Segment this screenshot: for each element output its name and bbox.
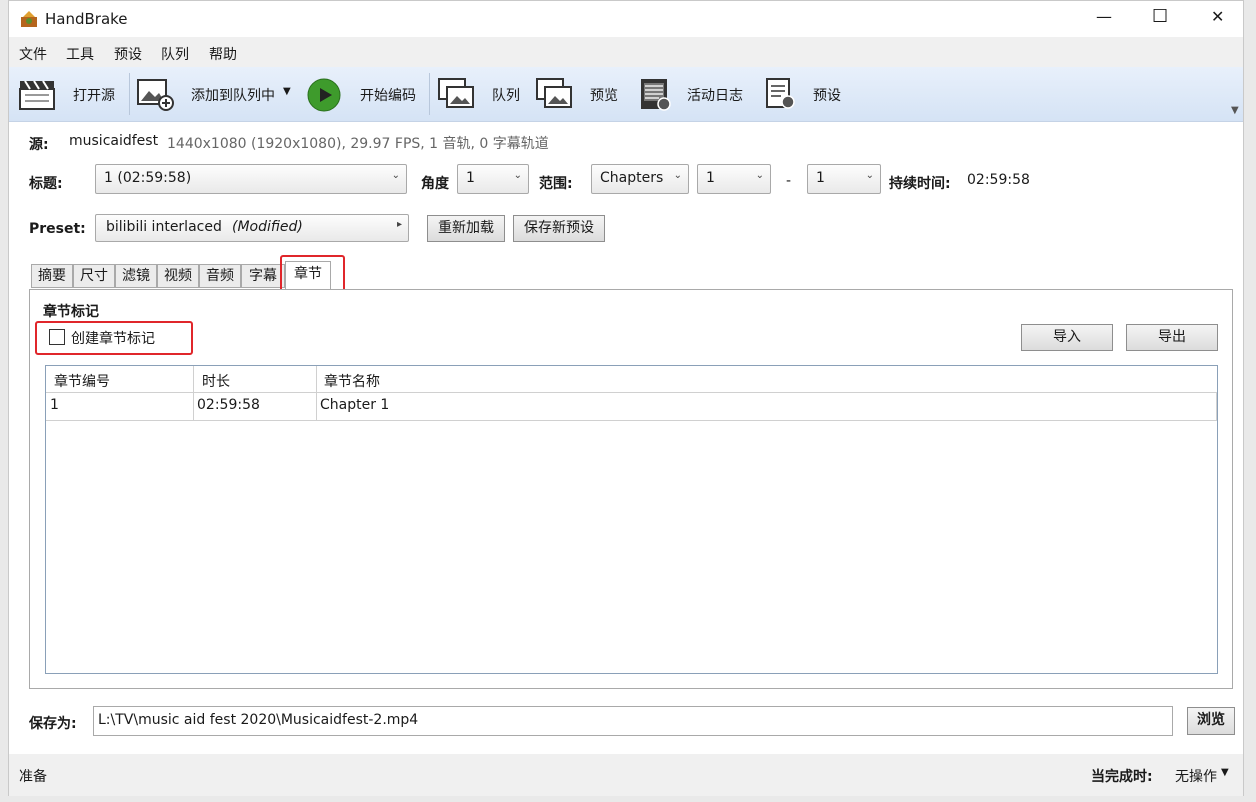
- tab-subtitles[interactable]: 字幕: [241, 264, 285, 288]
- toolbar-separator: [129, 73, 130, 115]
- tab-dimensions[interactable]: 尺寸: [73, 264, 115, 288]
- add-to-queue-label: 添加到队列中: [191, 88, 275, 104]
- chapter-duration-cell: 02:59:58: [197, 397, 260, 413]
- column-header-chapter-number[interactable]: 章节编号: [54, 371, 110, 391]
- title-bar: HandBrake — ☐ ✕: [9, 1, 1243, 37]
- table-row[interactable]: 1 02:59:58 Chapter 1: [46, 393, 1217, 421]
- status-bar: 准备 当完成时: 无操作 ▼: [9, 754, 1243, 796]
- menu-help[interactable]: 帮助: [209, 44, 237, 64]
- column-header-chapter-name[interactable]: 章节名称: [324, 371, 380, 391]
- range-select[interactable]: Chapters ⌄: [591, 164, 689, 194]
- menu-tools[interactable]: 工具: [66, 44, 94, 64]
- title-label: 标题:: [29, 176, 63, 192]
- handbrake-logo-icon: [21, 11, 37, 27]
- start-encode-button[interactable]: 开始编码: [305, 75, 421, 115]
- range-label: 范围:: [539, 176, 573, 192]
- activity-log-button[interactable]: 活动日志: [635, 75, 755, 115]
- tab-summary[interactable]: 摘要: [31, 264, 73, 288]
- menu-presets[interactable]: 预设: [114, 44, 142, 64]
- window-title: HandBrake: [45, 10, 128, 28]
- range-end-value: 1: [816, 170, 825, 186]
- chapters-table: 章节编号 时长 章节名称 1 02:59:58 Chapter 1: [45, 365, 1218, 674]
- menu-queue[interactable]: 队列: [161, 44, 189, 64]
- source-name: musicaidfest: [69, 133, 159, 149]
- angle-select[interactable]: 1 ⌄: [457, 164, 529, 194]
- toolbar: 打开源 添加到队列中 ▼ 开始编码 队列 预览 活动日志 预设 ▼: [9, 67, 1243, 122]
- export-button[interactable]: 导出: [1126, 324, 1218, 351]
- angle-select-value: 1: [466, 170, 475, 186]
- angle-label: 角度: [421, 176, 449, 192]
- save-path-value: L:\TV\music aid fest 2020\Musicaidfest-2…: [98, 712, 419, 728]
- browse-button[interactable]: 浏览: [1187, 707, 1235, 735]
- title-select[interactable]: 1 (02:59:58) ⌄: [95, 164, 407, 194]
- toolbar-overflow-icon[interactable]: ▼: [1231, 105, 1239, 116]
- menu-bar: 文件 工具 预设 队列 帮助: [9, 37, 1243, 67]
- import-button[interactable]: 导入: [1021, 324, 1113, 351]
- activity-log-label: 活动日志: [687, 88, 743, 104]
- chapter-markers-heading: 章节标记: [43, 304, 99, 320]
- minimize-button[interactable]: —: [1096, 7, 1112, 26]
- source-info: 1440x1080 (1920x1080), 29.97 FPS, 1 音轨, …: [167, 136, 549, 152]
- source-label: 源:: [29, 137, 49, 153]
- chapter-name-cell[interactable]: Chapter 1: [320, 397, 389, 413]
- range-select-value: Chapters: [600, 170, 664, 186]
- column-header-duration[interactable]: 时长: [202, 371, 230, 391]
- queue-label: 队列: [492, 88, 520, 104]
- save-as-label: 保存为:: [29, 716, 77, 732]
- queue-button[interactable]: 队列: [437, 75, 529, 115]
- dropdown-arrow-icon[interactable]: ▼: [283, 86, 291, 97]
- open-source-button[interactable]: 打开源: [15, 75, 127, 115]
- preview-label: 预览: [590, 88, 618, 104]
- presets-icon: [766, 78, 795, 109]
- tab-video[interactable]: 视频: [157, 264, 199, 288]
- maximize-button[interactable]: ☐: [1152, 6, 1168, 27]
- chapter-number-cell: 1: [50, 397, 59, 413]
- range-start-select[interactable]: 1 ⌄: [697, 164, 771, 194]
- chevron-down-icon[interactable]: ▼: [1221, 767, 1229, 778]
- chevron-down-icon: ⌄: [865, 170, 874, 181]
- clapperboard-icon: [19, 80, 55, 110]
- preset-selector[interactable]: bilibili interlaced (Modified) ▸: [95, 214, 409, 242]
- tab-audio[interactable]: 音频: [199, 264, 241, 288]
- presets-label: 预设: [813, 88, 841, 104]
- add-image-icon: [137, 79, 174, 111]
- chevron-down-icon: ⌄: [755, 170, 764, 181]
- presets-button[interactable]: 预设: [761, 75, 851, 115]
- save-path-input[interactable]: L:\TV\music aid fest 2020\Musicaidfest-2…: [93, 706, 1173, 736]
- chevron-down-icon: ⌄: [673, 170, 682, 181]
- highlight-box: [35, 321, 193, 355]
- menu-file[interactable]: 文件: [19, 44, 47, 64]
- preview-button[interactable]: 预览: [535, 75, 627, 115]
- preview-icon: [536, 78, 572, 108]
- play-icon: [307, 78, 341, 112]
- save-new-preset-button[interactable]: 保存新预设: [513, 215, 605, 242]
- add-to-queue-button[interactable]: 添加到队列中 ▼: [135, 75, 301, 115]
- title-select-value: 1 (02:59:58): [104, 170, 192, 186]
- chevron-right-icon: ▸: [396, 219, 402, 230]
- duration-value: 02:59:58: [967, 172, 1030, 188]
- close-button[interactable]: ✕: [1211, 7, 1224, 26]
- reload-preset-button[interactable]: 重新加载: [427, 215, 505, 242]
- open-source-label: 打开源: [73, 88, 115, 104]
- toolbar-separator: [429, 73, 430, 115]
- range-end-select[interactable]: 1 ⌄: [807, 164, 881, 194]
- start-encode-label: 开始编码: [360, 88, 416, 104]
- table-header: 章节编号 时长 章节名称: [46, 366, 1217, 420]
- activity-log-icon: [641, 79, 671, 111]
- when-done-label: 当完成时:: [1091, 769, 1153, 785]
- tab-filters[interactable]: 滤镜: [115, 264, 157, 288]
- duration-label: 持续时间:: [889, 176, 951, 192]
- when-done-dropdown[interactable]: 无操作: [1175, 766, 1217, 786]
- queue-icon: [438, 78, 474, 108]
- chevron-down-icon: ⌄: [513, 170, 522, 181]
- range-start-value: 1: [706, 170, 715, 186]
- chevron-down-icon: ⌄: [391, 170, 400, 181]
- status-text: 准备: [19, 769, 47, 785]
- preset-modified: (Modified): [232, 219, 303, 235]
- preset-label: Preset:: [29, 221, 86, 237]
- range-dash: -: [786, 173, 792, 189]
- handbrake-window: HandBrake — ☐ ✕ 文件 工具 预设 队列 帮助 打开源 添加到队列…: [8, 0, 1244, 796]
- preset-name: bilibili interlaced: [106, 219, 222, 235]
